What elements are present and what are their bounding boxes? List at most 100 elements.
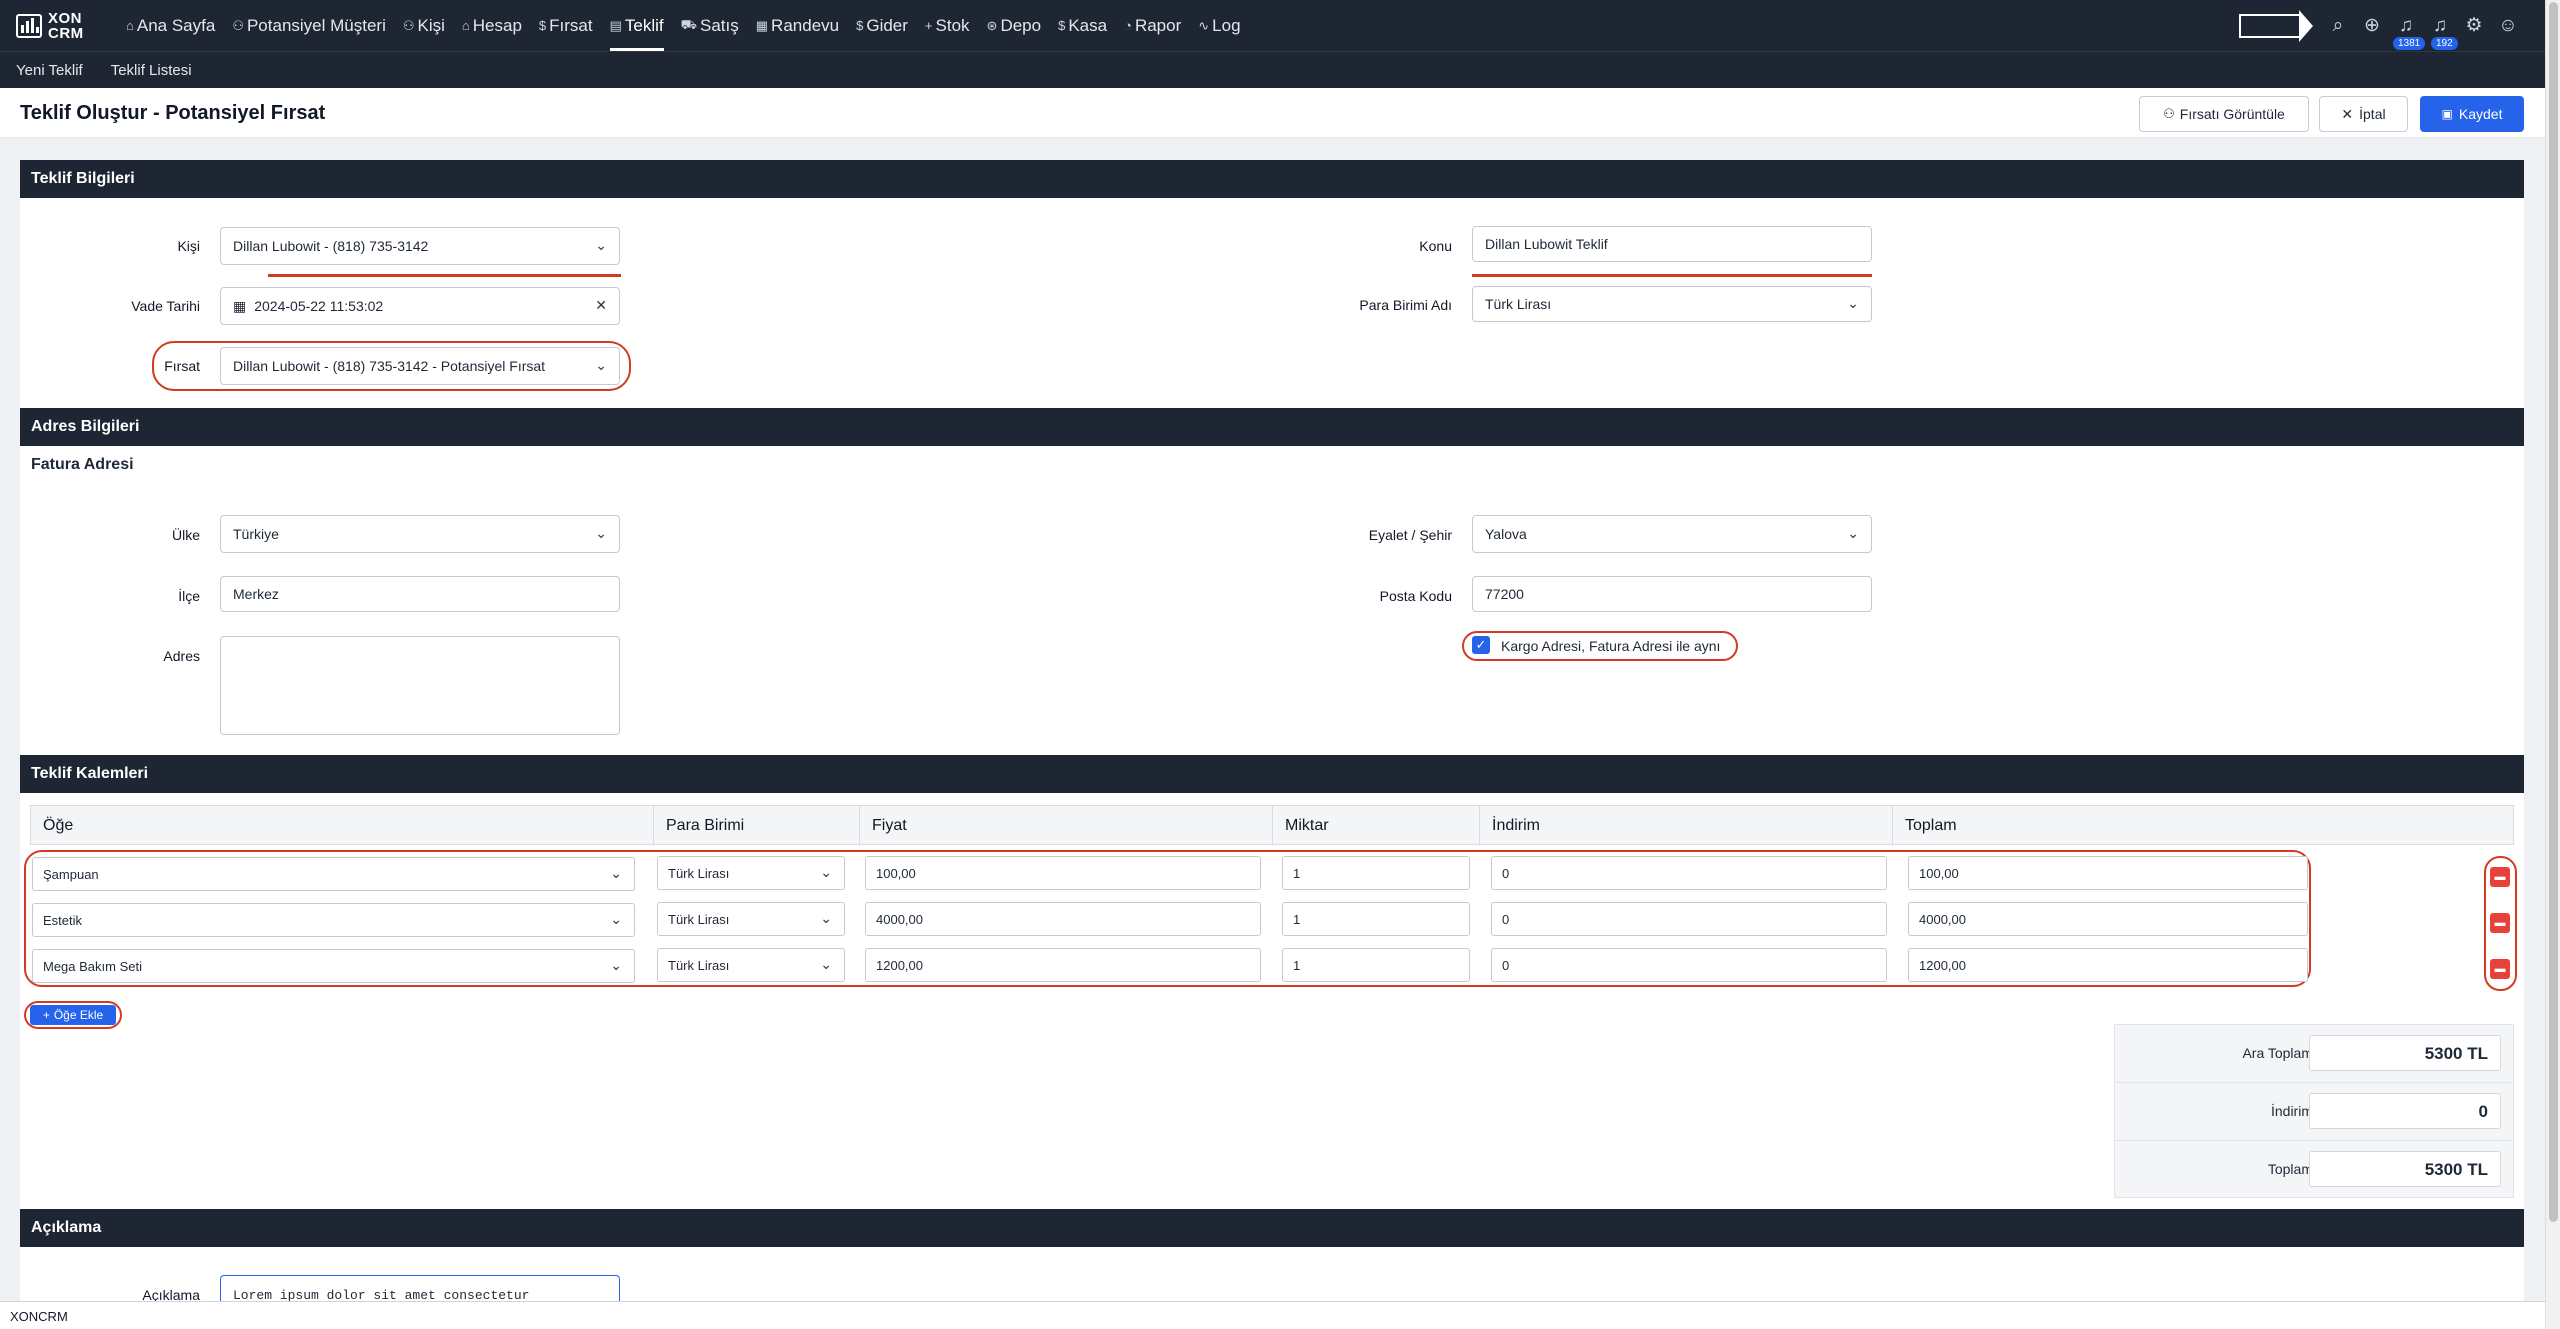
delete-row-button[interactable]: ▬ [2490,867,2510,887]
nav-label: Log [1212,15,1241,35]
bell-icon[interactable]: ♫ 1381 [2389,15,2426,50]
button-label: Kaydet [2458,106,2503,122]
input-value: 100,00 [876,865,916,881]
select-value: Türkiye [233,526,279,542]
nav-label: Rapor [1134,15,1182,35]
delete-row-button[interactable]: ▬ [2490,959,2510,979]
currency-select[interactable]: Türk Lirası ⌄ [657,856,845,890]
page-title: Teklif Oluştur - Potansiyel Fırsat [20,102,326,124]
sehir-select[interactable]: Yalova ⌄ [1472,515,1872,553]
chevron-down-icon: ⌄ [610,957,622,973]
ilce-input[interactable]: Merkez [220,576,620,612]
para-birimi-select[interactable]: Türk Lirası ⌄ [1472,286,1872,322]
input-value: 0 [1502,957,1510,973]
kisi-select[interactable]: Dillan Lubowit - (818) 735-3142 ⌄ [220,227,620,265]
calendar-icon: ▦ [233,297,247,314]
firsat-select[interactable]: Dillan Lubowit - (818) 735-3142 - Potans… [220,347,620,385]
arrow-shape-icon[interactable] [2239,9,2313,42]
discount-input[interactable]: 0 [1491,856,1887,890]
qty-input[interactable]: 1 [1282,902,1470,936]
currency-select[interactable]: Türk Lirası ⌄ [657,902,845,936]
section-teklif-kalemleri: Teklif Kalemleri [20,755,2524,793]
item-select[interactable]: Estetik ⌄ [32,903,635,937]
app-logo[interactable]: XON CRM [16,11,106,41]
adres-label: Adres [163,648,200,664]
posta-kodu-input[interactable]: 77200 [1472,576,1872,612]
button-label: Fırsatı Görüntüle [2179,106,2285,122]
price-input[interactable]: 1200,00 [865,948,1261,982]
konu-input[interactable]: Dillan Lubowit Teklif [1472,226,1872,262]
vade-tarihi-input[interactable]: ▦ 2024-05-22 11:53:02 ✕ [220,287,620,325]
add-circle-icon[interactable]: ⊕ [2355,14,2389,37]
discount-input[interactable]: 0 [1491,902,1887,936]
input-value: 1 [1293,957,1301,973]
bell-icon[interactable]: ♫ 192 [2423,15,2458,50]
nav-gider[interactable]: $ Gider [856,0,908,51]
nav-teklif[interactable]: ▤ Teklif [609,0,664,51]
input-value: 77200 [1485,586,1524,602]
nav-log[interactable]: ∿ Log [1198,0,1240,51]
nav-firsat[interactable]: $ Fırsat [539,0,593,51]
save-icon: ▣ [2441,107,2453,121]
pie-chart-icon: ◔ [1124,18,1132,33]
discount-input[interactable]: 0 [1491,948,1887,982]
highlight-underline [1472,274,1872,277]
chevron-down-icon: ⌄ [595,237,607,253]
view-opportunity-button[interactable]: ⚇ Fırsatı Görüntüle [2139,96,2309,132]
scrollbar-thumb[interactable] [2549,2,2558,1222]
price-input[interactable]: 100,00 [865,856,1261,890]
input-value: 1 [1293,911,1301,927]
input-value: Merkez [233,586,279,602]
items-table-header: Öğe Para Birimi Fiyat Miktar İndirim Top… [30,805,2514,846]
select-value: Dillan Lubowit - (818) 735-3142 - Potans… [233,358,546,374]
total-input[interactable]: 1200,00 [1908,948,2308,982]
dollar-icon: $ [538,18,547,33]
vade-tarihi-label: Vade Tarihi [131,298,200,314]
trash-icon: ▬ [2494,963,2506,975]
nav-randevu[interactable]: ▦ Randevu [756,0,839,51]
select-value: Mega Bakım Seti [43,958,142,974]
kargo-checkbox[interactable]: ✓ [1472,636,1490,654]
total-input[interactable]: 100,00 [1908,856,2308,890]
total-input[interactable]: 4000,00 [1908,902,2308,936]
item-select[interactable]: Şampuan ⌄ [32,857,635,891]
subnav-yeni-teklif[interactable]: Yeni Teklif [16,62,83,79]
add-item-button[interactable]: + Öğe Ekle [30,1005,116,1025]
subnav-teklif-listesi[interactable]: Teklif Listesi [111,62,192,79]
chevron-down-icon: ⌄ [595,525,607,541]
nav-ana-sayfa[interactable]: ⌂ Ana Sayfa [126,0,215,51]
top-navbar: XON CRM ⌂ Ana Sayfa ⚇ Potansiyel Müşteri ⚇ K… [0,0,2545,51]
adres-textarea[interactable] [220,636,620,735]
section-teklif-bilgileri: Teklif Bilgileri [20,160,2524,198]
currency-select[interactable]: Türk Lirası ⌄ [657,948,845,982]
select-value: Türk Lirası [668,911,730,927]
user-profile-icon[interactable]: ☺ [2491,15,2525,37]
search-icon[interactable]: ⌕ [2321,15,2355,37]
nav-stok[interactable]: + Stok [925,0,970,51]
kisi-label: Kişi [177,238,200,254]
page-scrollbar[interactable] [2545,0,2560,1329]
qty-input[interactable]: 1 [1282,948,1470,982]
clear-icon[interactable]: ✕ [595,297,607,314]
select-value: Yalova [1485,526,1527,542]
price-input[interactable]: 4000,00 [865,902,1261,936]
nav-potansiyel-musteri[interactable]: ⚇ Potansiyel Müşteri [232,0,386,51]
ulke-select[interactable]: Türkiye ⌄ [220,515,620,553]
firsat-label: Fırsat [164,358,200,374]
nav-kasa[interactable]: $ Kasa [1058,0,1107,51]
nav-depo[interactable]: ⊛ Depo [987,0,1042,51]
nav-label: Fırsat [549,15,593,35]
delete-row-button[interactable]: ▬ [2490,913,2510,933]
nav-kisi[interactable]: ⚇ Kişi [403,0,445,51]
notification-badge: 192 [2431,36,2458,50]
cancel-button[interactable]: ✕ İptal [2319,96,2408,132]
nav-hesap[interactable]: ⌂ Hesap [462,0,522,51]
summary-row-ara-toplam: Ara Toplam 5300 TL [2115,1025,2513,1083]
gear-icon[interactable]: ⚙ [2457,14,2491,37]
nav-rapor[interactable]: ◔ Rapor [1124,0,1181,51]
save-button[interactable]: ▣ Kaydet [2420,96,2524,132]
main-nav: ⌂ Ana Sayfa ⚇ Potansiyel Müşteri ⚇ Kişi ⌂ He… [126,0,1258,51]
qty-input[interactable]: 1 [1282,856,1470,890]
nav-satis[interactable]: ⛟ Satış [681,0,739,51]
item-select[interactable]: Mega Bakım Seti ⌄ [32,949,635,983]
